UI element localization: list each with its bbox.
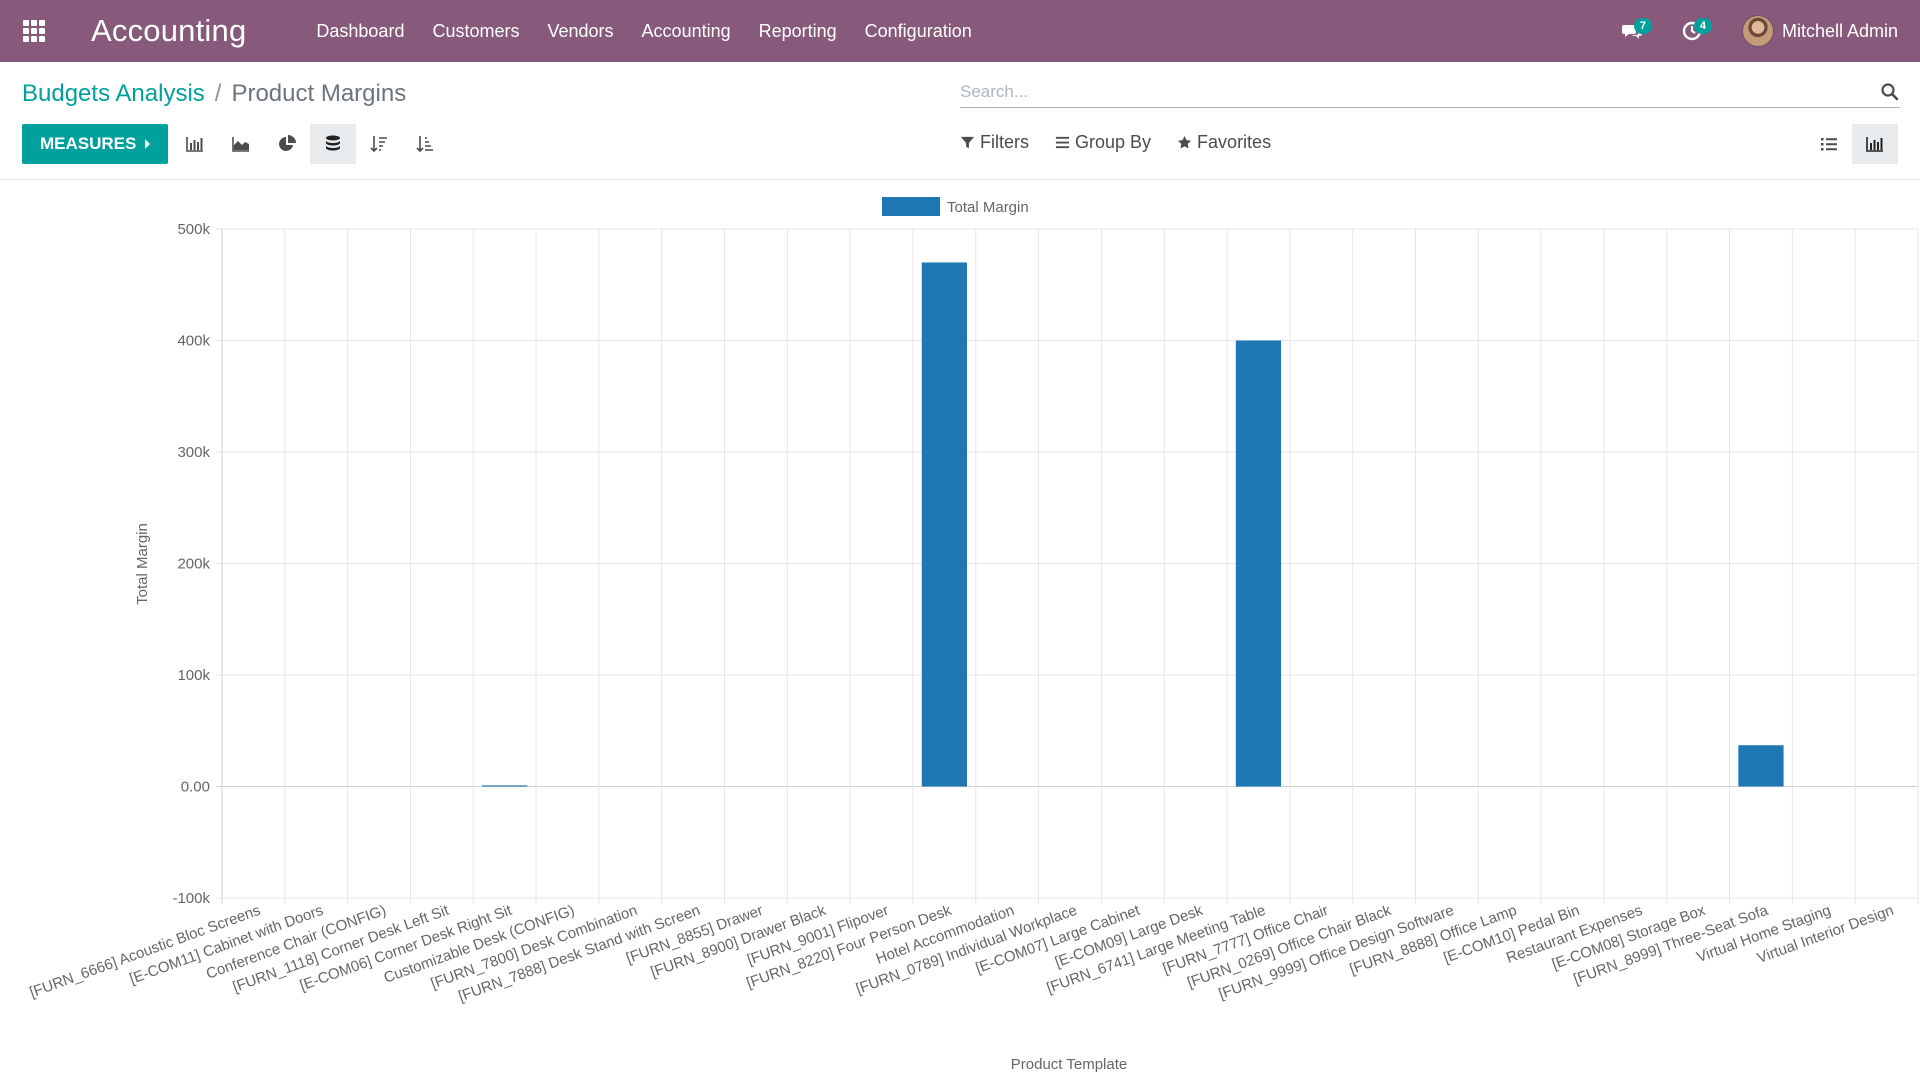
- messages-button[interactable]: 7: [1602, 0, 1662, 62]
- sort-ascending-icon: [416, 136, 434, 153]
- graph-toolbar: MEASURES: [22, 124, 448, 164]
- breadcrumb: Budgets Analysis / Product Margins: [22, 80, 406, 108]
- pie-chart-icon: [279, 135, 297, 151]
- favorites-dropdown[interactable]: Favorites: [1177, 132, 1271, 153]
- navbar-systray: 7 4 Mitchell Admin: [1602, 0, 1920, 62]
- sort-descending-icon: [370, 136, 388, 153]
- control-panel: Budgets Analysis / Product Margins MEASU…: [0, 62, 1920, 180]
- search-bar: [960, 78, 1900, 108]
- bar-chart-icon: [1866, 137, 1883, 152]
- user-name: Mitchell Admin: [1781, 20, 1898, 41]
- y-tick-label: 300k: [177, 444, 210, 461]
- sort-descending-button[interactable]: [356, 124, 402, 164]
- y-tick-label: 500k: [177, 221, 210, 238]
- list-icon: [1821, 138, 1837, 151]
- top-navbar: Accounting Dashboard Customers Vendors A…: [0, 0, 1920, 62]
- y-tick-label: 100k: [177, 667, 210, 684]
- breadcrumb-parent-link[interactable]: Budgets Analysis: [22, 80, 205, 108]
- apps-grid-icon: [23, 20, 45, 42]
- filters-dropdown[interactable]: Filters: [960, 132, 1029, 153]
- activities-count-badge: 4: [1693, 18, 1712, 34]
- caret-right-icon: [145, 139, 151, 149]
- y-tick-label: 400k: [177, 333, 210, 350]
- chart-bar[interactable]: [1738, 745, 1784, 787]
- bar-chart-icon: [186, 137, 204, 152]
- user-menu[interactable]: Mitchell Admin: [1741, 15, 1898, 47]
- menu-item-configuration[interactable]: Configuration: [851, 0, 986, 62]
- x-axis-ticks: [FURN_6666] Acoustic Bloc Screens[E-COM1…: [27, 902, 1896, 1006]
- y-tick-label: 0.00: [181, 779, 210, 796]
- line-chart-button[interactable]: [218, 124, 264, 164]
- activities-button[interactable]: 4: [1662, 0, 1722, 62]
- app-brand[interactable]: Accounting: [91, 13, 246, 49]
- x-axis-label: Product Template: [1011, 1056, 1127, 1073]
- chart-bars: [482, 262, 1784, 787]
- graph-chart-area: 500k 400k 300k 200k 100k 0.00 -100k [FURN_6666…: [0, 181, 1920, 1080]
- graph-view-button[interactable]: [1852, 124, 1898, 164]
- chart-bar[interactable]: [921, 262, 967, 787]
- y-axis-label: Total Margin: [134, 523, 151, 605]
- apps-menu-button[interactable]: [0, 0, 68, 62]
- area-chart-icon: [232, 137, 250, 152]
- y-axis-ticks: 500k 400k 300k 200k 100k 0.00 -100k: [172, 221, 210, 907]
- chart-grid: [216, 228, 1919, 904]
- messages-count-badge: 7: [1633, 18, 1652, 34]
- measures-label: MEASURES: [40, 134, 137, 153]
- view-switcher: [1806, 124, 1898, 164]
- chart-bar[interactable]: [482, 785, 528, 787]
- breadcrumb-current: Product Margins: [231, 80, 407, 107]
- menu-item-dashboard[interactable]: Dashboard: [302, 0, 418, 62]
- search-options: Filters Group By Favorites: [960, 132, 1297, 153]
- star-icon: [1177, 135, 1192, 149]
- pie-chart-button[interactable]: [264, 124, 310, 164]
- chart-legend[interactable]: Total Margin: [882, 197, 1029, 216]
- user-avatar: [1741, 15, 1774, 47]
- y-tick-label: -100k: [172, 890, 210, 907]
- favorites-label: Favorites: [1197, 132, 1272, 152]
- filter-icon: [960, 136, 975, 149]
- y-tick-label: 200k: [177, 556, 210, 573]
- measures-button[interactable]: MEASURES: [22, 124, 169, 164]
- bars-icon: [1055, 136, 1070, 149]
- legend-swatch: [882, 197, 940, 216]
- stacked-button[interactable]: [310, 124, 357, 164]
- menu-item-reporting[interactable]: Reporting: [745, 0, 851, 62]
- database-stack-icon: [326, 135, 341, 151]
- menu-item-customers[interactable]: Customers: [418, 0, 533, 62]
- sort-ascending-button[interactable]: [402, 124, 448, 164]
- bar-chart: 500k 400k 300k 200k 100k 0.00 -100k [FURN_6666…: [27, 197, 1919, 1073]
- bar-chart-button[interactable]: [172, 124, 218, 164]
- legend-label: Total Margin: [947, 199, 1029, 216]
- search-icon[interactable]: [1880, 82, 1900, 102]
- list-view-button[interactable]: [1806, 124, 1852, 164]
- group-by-label: Group By: [1075, 132, 1152, 152]
- group-by-dropdown[interactable]: Group By: [1055, 132, 1151, 153]
- breadcrumb-separator: /: [214, 80, 222, 107]
- search-input[interactable]: [960, 78, 1860, 106]
- main-menu: Dashboard Customers Vendors Accounting R…: [302, 0, 985, 62]
- chart-bar[interactable]: [1235, 340, 1282, 787]
- menu-item-vendors[interactable]: Vendors: [533, 0, 627, 62]
- menu-item-accounting[interactable]: Accounting: [628, 0, 745, 62]
- filters-label: Filters: [980, 132, 1029, 152]
